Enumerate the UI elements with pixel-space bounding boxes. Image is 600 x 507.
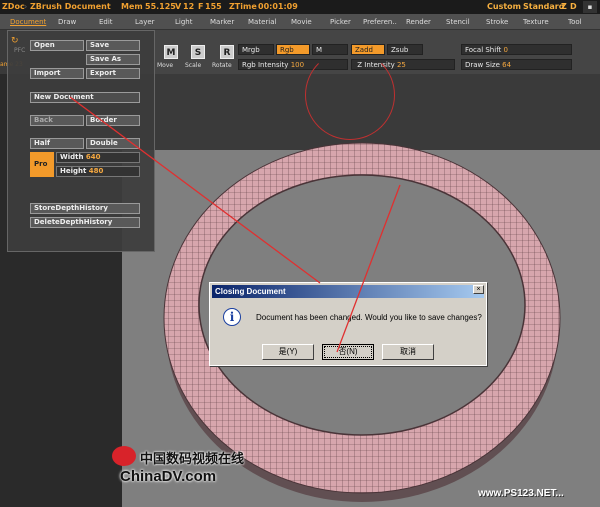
ztime-value: 00:01:09 — [258, 2, 298, 11]
zdoc-label[interactable]: ZDoc — [2, 0, 25, 14]
menu-light[interactable]: Light — [175, 14, 192, 30]
f-label: F — [198, 2, 204, 11]
no-button[interactable]: 否(N) — [322, 344, 374, 360]
rotate-icon[interactable]: R — [220, 45, 234, 59]
logo-english-text: ChinaDV.com — [120, 468, 217, 485]
menu-material[interactable]: Material — [248, 14, 276, 30]
document-palette: ↻ PFC Open Save Save As Import Export Ne… — [7, 30, 155, 252]
menu-preferences[interactable]: Preferen.. — [363, 14, 397, 30]
menu-render[interactable]: Render — [406, 14, 431, 30]
zsub-button[interactable]: Zsub — [387, 44, 423, 55]
store-depth-history-button[interactable]: StoreDepthHistory — [30, 203, 140, 214]
height-slider[interactable]: Height 480 — [56, 166, 140, 177]
standard-menu[interactable]: Standard — [523, 0, 564, 14]
half-button[interactable]: Half — [30, 138, 84, 149]
menu-movie[interactable]: Movie — [291, 14, 312, 30]
dialog-message: Document has been changed. Would you lik… — [256, 313, 482, 322]
pfc-label: PFC — [14, 47, 26, 54]
logo-chinese-text: 中国数码视频在线 — [140, 452, 245, 467]
width-slider[interactable]: Width 640 — [56, 152, 140, 163]
document-title: ZBrush Document — [30, 2, 111, 11]
export-button[interactable]: Export — [86, 68, 140, 79]
window-control-icon[interactable]: ▪ — [583, 1, 597, 13]
rotate-label: Rotate — [212, 62, 232, 69]
v-label: V — [175, 2, 182, 11]
open-button[interactable]: Open — [30, 40, 84, 51]
delete-depth-history-button[interactable]: DeleteDepthHistory — [30, 217, 140, 228]
menu-draw[interactable]: Draw — [58, 14, 76, 30]
menu-layer[interactable]: Layer — [135, 14, 155, 30]
menu-stroke[interactable]: Stroke — [486, 14, 508, 30]
menu-stencil[interactable]: Stencil — [446, 14, 470, 30]
ztime-label: ZTime — [229, 2, 257, 11]
ps123-watermark: www.PS123.NET... — [478, 488, 564, 499]
border-button[interactable]: Border — [86, 115, 140, 126]
menu-tool[interactable]: Tool — [568, 14, 582, 30]
info-icon: i — [223, 308, 241, 326]
scale-icon[interactable]: S — [191, 45, 205, 59]
title-bar: ZDoc › ZBrush Document Mem 55.125 V 12 F… — [0, 0, 600, 14]
new-document-button[interactable]: New Document — [30, 92, 140, 103]
move-label: Move — [157, 62, 174, 69]
mrgb-button[interactable]: Mrgb — [238, 44, 274, 55]
draw-size-slider[interactable]: Draw Size 64 — [461, 59, 572, 70]
save-button[interactable]: Save — [86, 40, 140, 51]
yes-button[interactable]: 是(Y) — [262, 344, 314, 360]
back-button[interactable]: Back — [30, 115, 84, 126]
f-value: 155 — [205, 2, 222, 11]
palette-pin-icon[interactable]: ↻ — [11, 36, 19, 46]
focal-shift-slider[interactable]: Focal Shift 0 — [461, 44, 572, 55]
pro-button[interactable]: Pro — [30, 152, 54, 177]
d-button[interactable]: D — [570, 0, 577, 14]
dialog-title: Closing Document — [212, 285, 484, 298]
custom-menu[interactable]: Custom — [487, 0, 521, 14]
mem-label: Mem — [121, 2, 143, 11]
import-button[interactable]: Import — [30, 68, 84, 79]
move-icon[interactable]: M — [164, 45, 178, 59]
closing-document-dialog: Closing Document × i Document has been c… — [209, 282, 487, 366]
menu-picker[interactable]: Picker — [330, 14, 351, 30]
chinadv-logo: 中国数码视频在线 ChinaDV.com — [110, 444, 244, 488]
save-as-button[interactable]: Save As — [86, 54, 140, 65]
close-icon[interactable]: × — [473, 285, 484, 294]
brush-cursor — [305, 50, 395, 140]
v-value: 12 — [183, 2, 195, 11]
menu-texture[interactable]: Texture — [523, 14, 549, 30]
double-button[interactable]: Double — [86, 138, 140, 149]
menu-document[interactable]: Document — [10, 14, 46, 30]
mem-value: 55.125 — [145, 2, 176, 11]
scale-label: Scale — [185, 62, 202, 69]
cancel-button[interactable]: 取消 — [382, 344, 434, 360]
menu-bar: Document Draw Edit Layer Light Marker Ma… — [0, 14, 600, 30]
z-button[interactable]: Z — [561, 0, 567, 14]
rgb-button[interactable]: Rgb — [276, 44, 310, 55]
menu-edit[interactable]: Edit — [99, 14, 113, 30]
logo-icon — [112, 446, 136, 466]
menu-marker[interactable]: Marker — [210, 14, 234, 30]
